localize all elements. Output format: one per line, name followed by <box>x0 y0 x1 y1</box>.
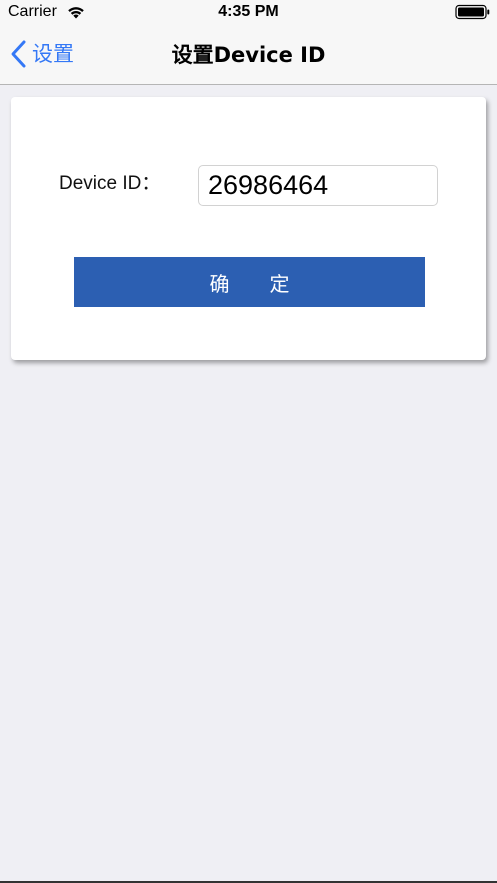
page-title: 设置Device ID <box>171 43 326 67</box>
device-id-card: Device ID： 确 定 <box>11 97 486 360</box>
battery-icon <box>455 4 490 20</box>
clock-time: 4:35 PM <box>218 3 279 20</box>
status-bar: Carrier 4:35 PM <box>0 0 497 26</box>
navigation-bar: 设置 设置Device ID <box>0 26 497 85</box>
device-id-label: Device ID： <box>59 173 161 194</box>
device-id-input[interactable] <box>198 165 438 206</box>
confirm-button[interactable]: 确 定 <box>74 257 425 307</box>
